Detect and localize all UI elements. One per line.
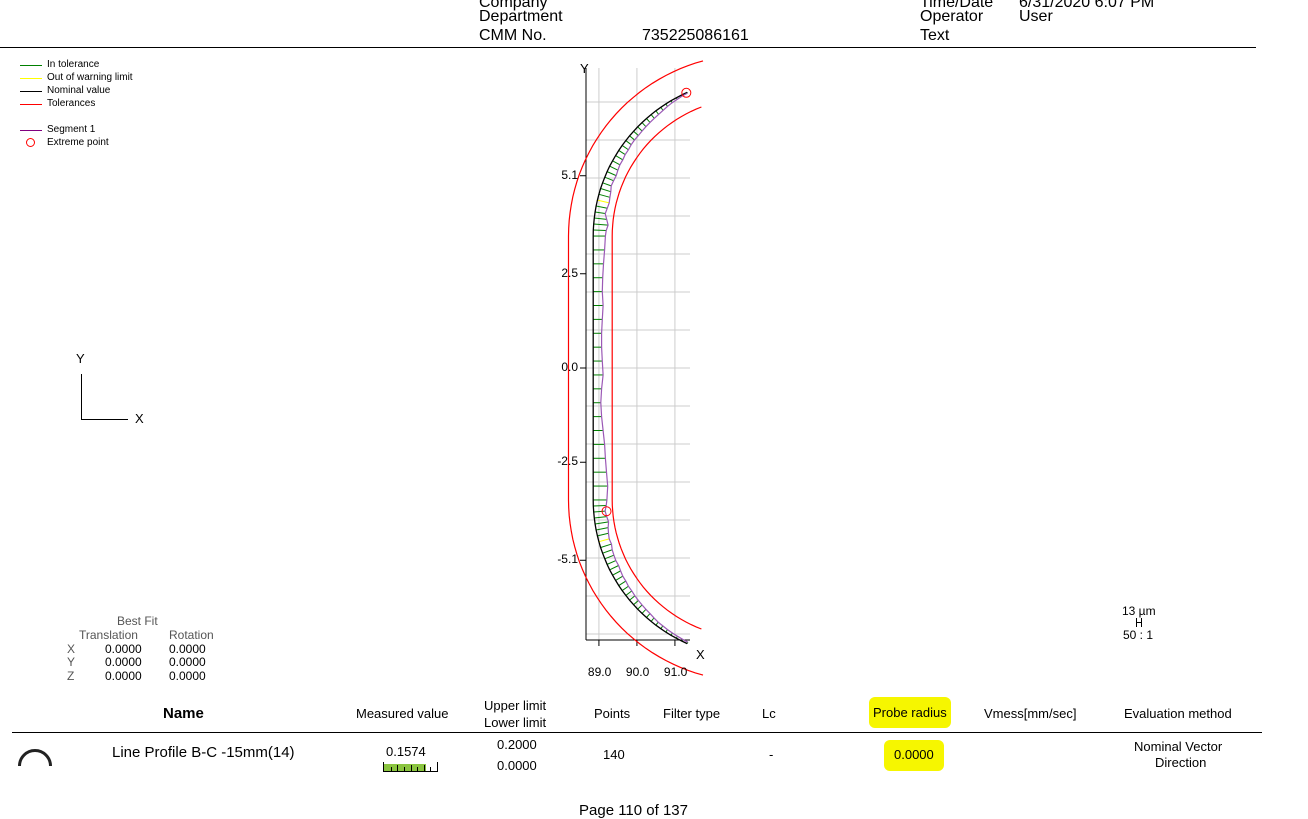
deviation-whisker xyxy=(612,160,621,166)
translation-value: 0.0000 xyxy=(105,655,142,669)
deviation-whisker xyxy=(606,560,617,565)
y-tick-label: -2.5 xyxy=(557,454,578,469)
x-tick-label: 90.0 xyxy=(625,665,650,679)
lc-value: - xyxy=(769,747,774,762)
bar-tick xyxy=(417,767,419,771)
deviation-whisker xyxy=(606,171,617,177)
y-tick-label: 2.5 xyxy=(561,265,578,280)
col-eval: Evaluation method xyxy=(1124,706,1232,721)
deviation-whisker xyxy=(641,608,647,614)
col-name: Name xyxy=(163,705,204,722)
deviation-whisker xyxy=(625,140,632,146)
deviation-whisker xyxy=(600,543,612,548)
bar-tick xyxy=(403,767,405,771)
deviation-whisker xyxy=(615,575,624,581)
measured-tolerance-bar xyxy=(383,762,438,772)
bar-tick xyxy=(423,765,425,771)
measured-value: 0.1574 xyxy=(386,744,426,759)
deviation-whisker xyxy=(621,145,629,151)
col-points: Points xyxy=(594,706,631,721)
rotation-value: 0.0000 xyxy=(169,669,206,683)
deviation-whisker xyxy=(641,122,647,128)
col-lc: Lc xyxy=(762,706,776,721)
deviation-whisker xyxy=(593,223,609,226)
deviation-whisker xyxy=(637,126,643,132)
deviation-whisker xyxy=(615,155,624,161)
x-tick-label: 89.0 xyxy=(587,665,612,679)
translation-header: Translation xyxy=(79,628,138,642)
deviation-whisker xyxy=(618,580,627,586)
deviation-scale: 13 µm xyxy=(1122,604,1156,618)
deviation-whisker xyxy=(598,193,611,198)
deviation-whisker xyxy=(629,135,635,141)
upper-limit: 0.2000 xyxy=(497,737,537,752)
deviation-whisker xyxy=(646,613,651,618)
axis-label: Z xyxy=(67,669,75,683)
best-fit-title: Best Fit xyxy=(117,614,158,628)
col-lower: Lower limit xyxy=(484,715,547,730)
page-number: Page 110 of 137 xyxy=(579,802,688,819)
y-tick-label: 0.0 xyxy=(561,360,578,374)
eval-method-line1: Nominal Vector xyxy=(1134,739,1223,754)
deviation-whisker xyxy=(646,118,651,123)
y-tick-label: -5.1 xyxy=(557,552,578,567)
feature-name[interactable]: Line Profile B-C -15mm(14) xyxy=(112,744,295,761)
scale-bar-icon xyxy=(1136,618,1142,627)
deviation-whisker xyxy=(598,538,610,543)
translation-value: 0.0000 xyxy=(105,669,142,683)
deviation-whisker xyxy=(612,570,621,576)
deviation-whisker xyxy=(596,205,608,209)
deviation-whisker xyxy=(650,114,655,119)
col-upper: Upper limit xyxy=(484,698,547,713)
probe-radius-value: 0.0000 xyxy=(884,740,944,771)
deviation-whisker xyxy=(595,211,606,215)
bar-tick xyxy=(430,767,432,771)
deviation-whisker xyxy=(650,617,655,622)
rotation-value: 0.0000 xyxy=(169,655,206,669)
deviation-whisker xyxy=(609,165,619,171)
table-divider xyxy=(12,732,1262,733)
deviation-whisker xyxy=(633,600,639,606)
deviation-whisker xyxy=(594,217,607,220)
lower-limit: 0.0000 xyxy=(497,758,537,773)
bar-tick xyxy=(410,765,412,771)
points-value: 140 xyxy=(603,747,625,762)
x-tick-label: 91.0 xyxy=(663,665,688,679)
axis-label: Y xyxy=(67,655,76,669)
bar-tick xyxy=(397,765,399,771)
rotation-header: Rotation xyxy=(169,628,214,642)
report-page: Company Department CMM No. 735225086161 … xyxy=(0,0,1308,819)
profile-chart xyxy=(567,60,704,676)
eval-method-line2: Direction xyxy=(1155,755,1207,770)
y-tick-label: 5.1 xyxy=(561,167,578,182)
deviation-whisker xyxy=(625,590,633,596)
deviation-whisker xyxy=(595,521,609,525)
col-vmess: Vmess[mm/sec] xyxy=(984,706,1077,721)
deviation-whisker xyxy=(593,510,606,513)
deviation-whisker xyxy=(609,565,619,571)
deviation-whisker xyxy=(596,527,609,531)
deviation-whisker xyxy=(637,604,643,610)
deviation-whisker xyxy=(633,130,639,136)
col-measured: Measured value xyxy=(356,706,449,721)
deviation-whisker xyxy=(602,549,613,554)
col-probe: Probe radius xyxy=(869,697,951,728)
deviation-whisker xyxy=(600,188,611,193)
deviation-whisker xyxy=(655,110,660,115)
col-filter: Filter type xyxy=(663,706,721,721)
deviation-whisker xyxy=(602,182,612,187)
chart-x-label: X xyxy=(696,647,705,662)
deviation-whisker xyxy=(618,150,626,155)
chart-y-label: Y xyxy=(580,61,589,76)
bar-tick xyxy=(390,767,392,771)
scale-ratio: 50 : 1 xyxy=(1123,628,1154,642)
deviation-whisker xyxy=(594,516,607,519)
deviation-whisker xyxy=(621,585,629,591)
